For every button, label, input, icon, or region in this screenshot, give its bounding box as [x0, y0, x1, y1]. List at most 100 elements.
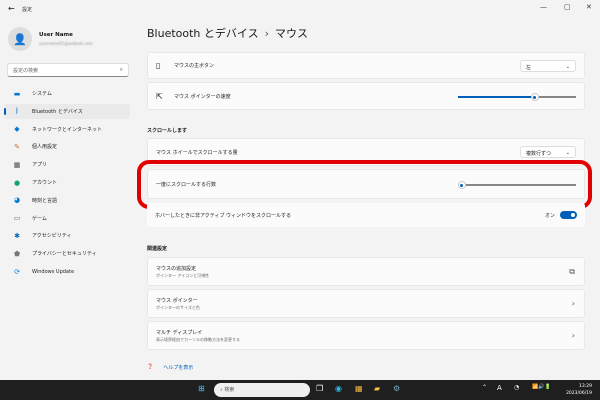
- external-link-icon: ⧉: [569, 266, 575, 276]
- sidebar-item[interactable]: ● アカウント: [4, 175, 130, 190]
- link-title: マウス ポインター: [156, 297, 198, 304]
- chevron-down-icon: ⌄: [565, 63, 570, 70]
- slider-thumb[interactable]: [530, 93, 539, 101]
- sidebar-item[interactable]: ✎ 個人用設定: [4, 139, 130, 154]
- help-link[interactable]: ❓ ヘルプを表示: [147, 364, 193, 371]
- account-icon: ●: [13, 178, 21, 187]
- sidebar-item-label: アプリ: [32, 162, 48, 169]
- pointer-icon: ⇱: [156, 91, 163, 101]
- sidebar-item-label: ゲーム: [32, 215, 47, 222]
- link-subtitle: ポインター アイコンと可視性: [156, 272, 210, 278]
- page-title: マウス: [274, 27, 308, 40]
- scroll-section-title: スクロールします: [147, 128, 188, 134]
- bluetooth-icon: ᛒ: [14, 107, 20, 116]
- sidebar-item-label: アカウント: [32, 180, 58, 186]
- related-setting-link[interactable]: マウス ポインター ポインターのサイズと色 ›: [147, 289, 585, 318]
- sidebar-item-label: ネットワークとインターネット: [32, 126, 103, 133]
- help-label: ヘルプを表示: [163, 365, 194, 371]
- user-name: User Name: [39, 32, 73, 38]
- sidebar-item[interactable]: ◕ 時刻と言語: [4, 193, 130, 208]
- mouse-icon: ▯: [156, 61, 161, 70]
- wheel-amount-dropdown[interactable]: 複数行ずつ ⌄: [520, 146, 576, 158]
- globe-icon: ◕: [13, 196, 21, 205]
- update-icon: ⟳: [14, 267, 20, 276]
- highlight-annotation: [137, 160, 592, 209]
- help-icon: ❓: [147, 364, 154, 370]
- primary-button-setting: ▯ マウスの主ボタン 左 ⌄: [147, 52, 585, 79]
- chevron-right-icon: ›: [571, 331, 575, 340]
- setting-label: マウス ホイールでスクロールする量: [156, 149, 238, 156]
- monitor-icon: ▬: [13, 89, 21, 98]
- chevron-down-icon: ⌄: [565, 150, 570, 156]
- pointer-speed-slider[interactable]: [458, 93, 576, 101]
- start-icon[interactable]: ⊞: [198, 384, 205, 393]
- taskbar: ⊞ ⌕ 検索 ❐ ◉ ▦ ▰ ⚙ ⌃ A ◔ 📶🔊🔋 13:29 2023/06/…: [0, 380, 600, 400]
- search-placeholder: 設定の検索: [13, 68, 39, 74]
- sidebar-item[interactable]: ◆ ネットワークとインターネット: [4, 122, 130, 137]
- title-bar: ← 設定 — ▢ ✕: [0, 0, 600, 20]
- sidebar-item-label: プライバシーとセキュリティ: [32, 251, 97, 258]
- chevron-up-icon[interactable]: ⌃: [482, 384, 487, 391]
- link-subtitle: ポインターのサイズと色: [156, 304, 200, 310]
- link-title: マルチ ディスプレイ: [156, 329, 203, 336]
- network-volume-battery-icons[interactable]: 📶🔊🔋: [532, 384, 551, 390]
- related-setting-link[interactable]: マウスの追加設定 ポインター アイコンと可視性 ⧉: [147, 257, 585, 286]
- gamepad-icon: ▭: [13, 214, 21, 223]
- minimize-button[interactable]: —: [540, 3, 547, 11]
- link-title: マウスの追加設定: [156, 265, 197, 272]
- store-icon[interactable]: ▦: [355, 384, 363, 393]
- link-subtitle: 表示境界経由でカーソルの移動方法を変更する: [156, 336, 240, 342]
- settings-app-icon[interactable]: ⚙: [393, 384, 400, 393]
- brush-icon: ✎: [14, 142, 20, 151]
- date: 2023/06/19: [566, 391, 592, 396]
- dropdown-value: 複数行ずつ: [526, 151, 552, 157]
- sidebar-item[interactable]: ▬ システム: [4, 86, 130, 101]
- sidebar-item[interactable]: ▭ ゲーム: [4, 211, 130, 226]
- pointer-speed-setting: ⇱ マウス ポインターの速度: [147, 82, 585, 110]
- setting-label: マウスの主ボタン: [174, 63, 215, 69]
- sidebar-item-label: Bluetooth とデバイス: [32, 108, 83, 115]
- task-view-icon[interactable]: ❐: [316, 384, 323, 393]
- sidebar-item-label: 時刻と言語: [32, 197, 58, 204]
- search-icon: ⌕: [119, 66, 123, 73]
- shield-icon: ⬟: [13, 249, 21, 258]
- dropdown-value: 左: [526, 64, 532, 71]
- chevron-right-icon: ›: [571, 299, 575, 308]
- sidebar-item[interactable]: ⬟ プライバシーとセキュリティ: [4, 246, 130, 261]
- wifi-icon: ◆: [14, 125, 20, 134]
- back-button[interactable]: ←: [8, 4, 15, 13]
- hover-scroll-toggle[interactable]: [560, 211, 577, 219]
- primary-button-dropdown[interactable]: 左 ⌄: [520, 59, 576, 72]
- breadcrumb-separator: ›: [264, 27, 269, 40]
- sidebar-item-label: Windows Update: [32, 268, 75, 275]
- setting-label: マウス ポインターの速度: [174, 93, 231, 100]
- setting-label: ホバーしたときに非アクティブ ウィンドウをスクロールする: [155, 212, 292, 219]
- related-section-title: 関連設定: [147, 246, 168, 252]
- sidebar-item-label: システム: [32, 91, 52, 97]
- avatar[interactable]: 👤: [8, 27, 32, 51]
- apps-icon: ▦: [13, 160, 21, 169]
- sidebar-item[interactable]: ᛒ Bluetooth とデバイス: [4, 103, 130, 119]
- breadcrumb-parent[interactable]: Bluetooth とデバイス: [147, 27, 259, 40]
- taskbar-search[interactable]: ⌕ 検索: [214, 383, 310, 397]
- taskbar-search-label: 検索: [224, 387, 235, 393]
- sidebar-item[interactable]: ▦ アプリ: [4, 157, 130, 172]
- file-explorer-icon[interactable]: ▰: [374, 384, 380, 393]
- settings-search-input[interactable]: 設定の検索 ⌕: [7, 63, 129, 77]
- sidebar-item[interactable]: ✱ アクセシビリティ: [4, 228, 130, 243]
- accessibility-icon: ✱: [14, 231, 20, 240]
- window-title: 設定: [22, 7, 33, 13]
- close-button[interactable]: ✕: [586, 3, 592, 11]
- user-email: username01@outlook.com: [39, 41, 93, 46]
- sidebar-item-label: アクセシビリティ: [32, 233, 72, 240]
- related-setting-link[interactable]: マルチ ディスプレイ 表示境界経由でカーソルの移動方法を変更する ›: [147, 321, 585, 350]
- maximize-button[interactable]: ▢: [564, 3, 571, 11]
- sidebar-item[interactable]: ⟳ Windows Update: [4, 264, 130, 279]
- breadcrumb: Bluetooth とデバイス › マウス: [147, 25, 308, 41]
- ime-indicator[interactable]: A: [497, 384, 502, 392]
- clock-app-icon[interactable]: ◔: [514, 384, 519, 391]
- sidebar-item-label: 個人用設定: [32, 144, 58, 151]
- time: 13:29: [579, 384, 592, 389]
- clock[interactable]: 13:29 2023/06/19: [566, 383, 592, 397]
- edge-icon[interactable]: ◉: [335, 384, 342, 393]
